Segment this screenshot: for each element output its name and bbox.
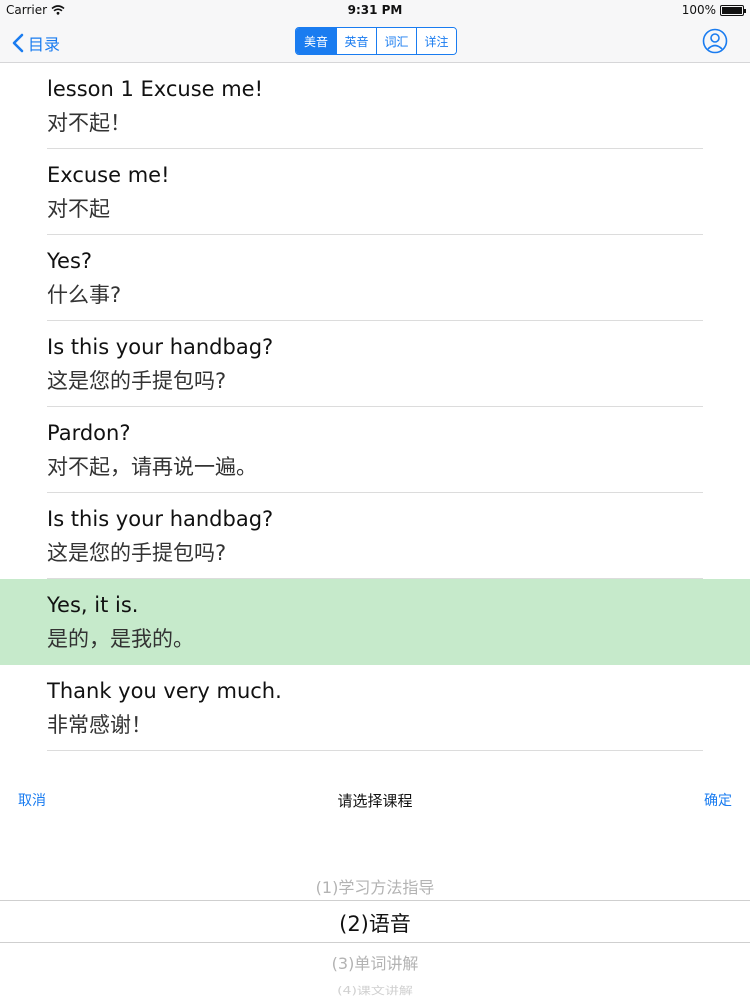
segment-american[interactable]: 美音 bbox=[296, 28, 336, 54]
sentence-chinese: 对不起！ bbox=[47, 111, 131, 135]
app-screen: Carrier 9:31 PM 100% 目录 美音 英音 词汇 详注 less… bbox=[0, 0, 750, 1000]
segment-vocabulary[interactable]: 词汇 bbox=[376, 28, 416, 54]
sentence-english: lesson 1 Excuse me! bbox=[47, 77, 264, 101]
sentence-chinese: 这是您的手提包吗? bbox=[47, 541, 227, 565]
sentence-english: Yes, it is. bbox=[47, 593, 139, 617]
status-bar: Carrier 9:31 PM 100% bbox=[0, 0, 750, 22]
picker-option-selected[interactable]: (2)语音 bbox=[0, 908, 750, 938]
sentence-english: Pardon? bbox=[47, 421, 131, 445]
status-time: 9:31 PM bbox=[347, 3, 403, 17]
chevron-left-icon bbox=[12, 33, 24, 53]
sentence-chinese: 非常感谢！ bbox=[47, 713, 152, 737]
confirm-button[interactable]: 确定 bbox=[704, 790, 732, 810]
sentence-row[interactable]: Excuse me! 对不起 bbox=[0, 149, 750, 235]
battery-percent: 100% bbox=[681, 3, 716, 17]
sentence-chinese: 对不起 bbox=[47, 197, 110, 221]
sentence-english: Yes? bbox=[47, 249, 93, 273]
audio-segmented-control: 美音 英音 词汇 详注 bbox=[295, 27, 457, 55]
sentence-chinese: 什么事? bbox=[47, 283, 122, 307]
picker-selection-top-line bbox=[0, 900, 750, 901]
sentence-chinese: 对不起，请再说一遍。 bbox=[47, 455, 257, 479]
sentence-chinese: 是的，是我的。 bbox=[47, 627, 194, 651]
user-icon[interactable] bbox=[702, 28, 728, 54]
picker-selection-bottom-line bbox=[0, 942, 750, 943]
picker-title: 请选择课程 bbox=[337, 792, 413, 810]
sentence-english: Excuse me! bbox=[47, 163, 170, 187]
sentence-row[interactable]: Thank you very much. 非常感谢！ bbox=[0, 665, 750, 751]
sentence-chinese: 这是您的手提包吗? bbox=[47, 369, 227, 393]
lesson-picker-wheel[interactable]: (1)学习方法指导 (2)语音 (3)单词讲解 (4)课文讲解 bbox=[0, 860, 750, 1000]
sentence-list: lesson 1 Excuse me! 对不起！ Excuse me! 对不起 … bbox=[0, 63, 750, 751]
nav-bar: 目录 美音 英音 词汇 详注 bbox=[0, 22, 750, 63]
back-button[interactable]: 目录 bbox=[12, 31, 60, 55]
sentence-row-highlighted[interactable]: Yes, it is. 是的，是我的。 bbox=[0, 579, 750, 665]
sentence-row[interactable]: Is this your handbag? 这是您的手提包吗? bbox=[0, 321, 750, 407]
sentence-row[interactable]: Is this your handbag? 这是您的手提包吗? bbox=[0, 493, 750, 579]
sentence-row[interactable]: lesson 1 Excuse me! 对不起！ bbox=[0, 63, 750, 149]
sentence-english: Is this your handbag? bbox=[47, 335, 274, 359]
sentence-english: Is this your handbag? bbox=[47, 507, 274, 531]
picker-option[interactable]: (4)课文讲解 bbox=[0, 983, 750, 998]
picker-option[interactable]: (3)单词讲解 bbox=[0, 950, 750, 974]
segment-notes[interactable]: 详注 bbox=[416, 28, 456, 54]
battery-info: 100% bbox=[681, 3, 746, 17]
back-label: 目录 bbox=[28, 35, 61, 54]
segment-british[interactable]: 英音 bbox=[336, 28, 376, 54]
picker-option[interactable]: (1)学习方法指导 bbox=[0, 874, 750, 898]
row-divider bbox=[47, 750, 703, 751]
sentence-row[interactable]: Yes? 什么事? bbox=[0, 235, 750, 321]
picker-toolbar: 取消 请选择课程 确定 bbox=[0, 780, 750, 820]
battery-icon bbox=[720, 4, 746, 16]
sentence-row[interactable]: Pardon? 对不起，请再说一遍。 bbox=[0, 407, 750, 493]
sentence-english: Thank you very much. bbox=[47, 679, 282, 703]
